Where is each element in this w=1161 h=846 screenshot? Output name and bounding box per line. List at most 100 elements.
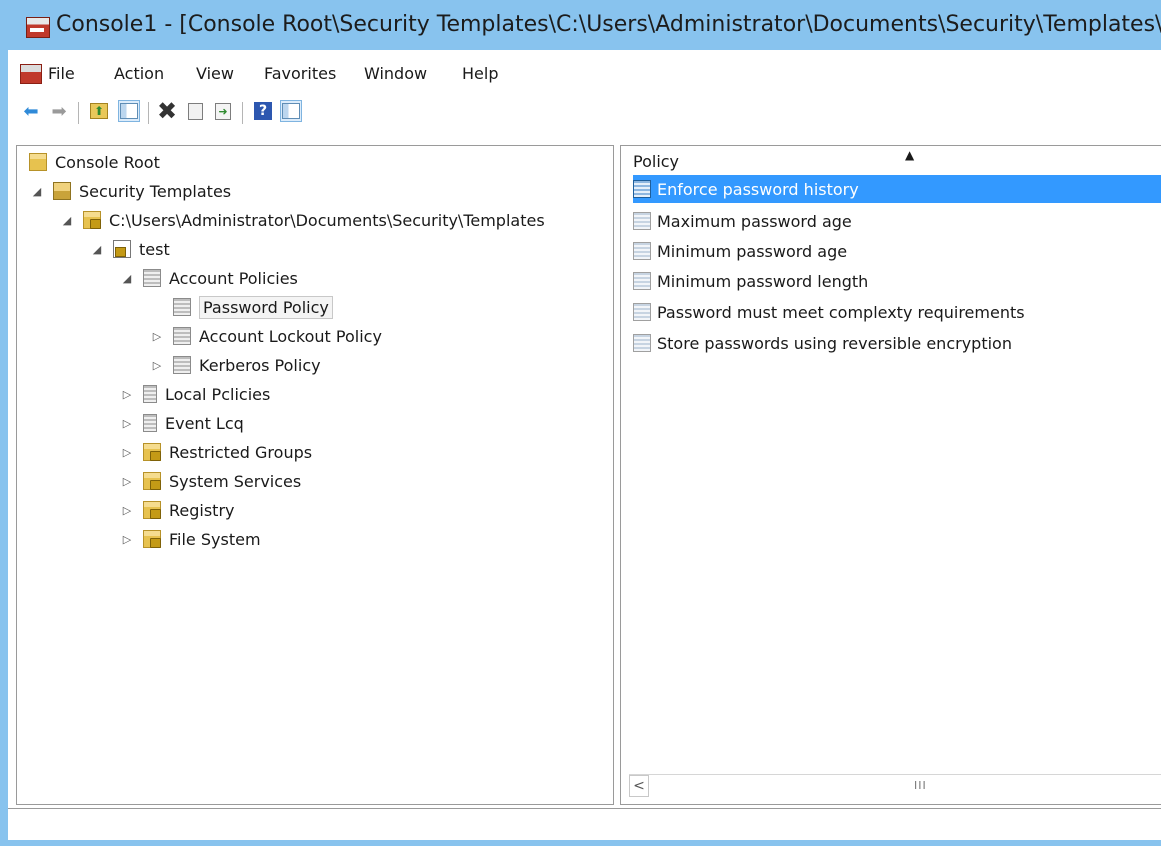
menu-file[interactable]: File [48, 64, 75, 83]
properties-icon[interactable] [184, 100, 206, 122]
tree-label: test [139, 239, 170, 259]
tree-node-account-policies[interactable]: ◢ Account Policies [119, 265, 298, 291]
tree-node-local-policies[interactable]: ▷ Local Pclicies [119, 381, 271, 407]
collapsed-arrow-icon[interactable]: ▷ [119, 504, 135, 517]
policy-icon [173, 356, 191, 374]
collapsed-arrow-icon[interactable]: ▷ [119, 475, 135, 488]
scroll-thumb-grip[interactable]: III [914, 779, 927, 792]
locked-folder-icon [83, 211, 101, 229]
list-item[interactable]: Minimum password age [633, 237, 1161, 265]
tree-label: Console Root [55, 152, 160, 172]
tree-node-test[interactable]: ◢ test [89, 236, 170, 262]
collapsed-arrow-icon[interactable]: ▷ [119, 533, 135, 546]
column-header-policy[interactable]: Policy ▲ [621, 146, 1161, 176]
tree-node-console-root[interactable]: Console Root [29, 149, 160, 175]
locked-folder-icon [143, 530, 161, 548]
tree-node-security-templates[interactable]: ◢ Security Templates [29, 178, 231, 204]
policy-icon [143, 414, 157, 432]
policy-setting-icon [633, 212, 651, 230]
toolbar-separator [78, 102, 79, 124]
list-item[interactable]: Enforce password history [633, 175, 1161, 203]
menu-window[interactable]: Window [364, 64, 427, 83]
tree-label: Restricted Groups [169, 442, 313, 462]
toolbar-separator [242, 102, 243, 124]
policy-setting-icon [633, 180, 651, 198]
tree-label: C:\Users\Administrator\Documents\Securit… [109, 210, 545, 230]
tree-node-templates-path[interactable]: ◢ C:\Users\Administrator\Documents\Secur… [59, 207, 545, 233]
show-hide-console-tree-icon[interactable] [118, 100, 140, 122]
locked-folder-icon [143, 501, 161, 519]
policy-setting-icon [633, 272, 651, 290]
show-hide-action-pane-icon[interactable] [280, 100, 302, 122]
expanded-arrow-icon[interactable]: ◢ [89, 243, 105, 256]
tree-label: Security Templates [79, 181, 232, 201]
menu-view[interactable]: View [196, 64, 234, 83]
policy-setting-icon [633, 334, 651, 352]
details-pane[interactable]: Policy ▲ Enforce password history Maximu… [620, 145, 1161, 805]
collapsed-arrow-icon[interactable]: ▷ [119, 446, 135, 459]
scroll-left-button[interactable]: < [629, 775, 649, 797]
policy-icon [173, 298, 191, 316]
policy-icon [143, 269, 161, 287]
tree-label: Account Lockout Policy [199, 326, 382, 346]
console-client-area: File Action View Favorites Window Help ⬅… [8, 50, 1161, 840]
policy-name: Store passwords using reversible encrypt… [657, 333, 1012, 353]
locked-folder-icon [143, 472, 161, 490]
back-arrow-icon[interactable]: ⬅ [20, 100, 42, 122]
list-item[interactable]: Maximum password age [633, 207, 1161, 235]
tree-label: System Services [169, 471, 302, 491]
tree-node-system-services[interactable]: ▷ System Services [119, 468, 301, 494]
folder-icon [29, 153, 47, 171]
console-tree-pane[interactable]: Console Root ◢ Security Templates ◢ C:\U… [16, 145, 614, 805]
policy-name: Enforce password history [657, 179, 859, 199]
tree-label: File System [169, 529, 261, 549]
collapsed-arrow-icon[interactable]: ▷ [119, 417, 135, 430]
expanded-arrow-icon[interactable]: ◢ [119, 272, 135, 285]
tree-node-password-policy[interactable]: Password Policy [173, 294, 333, 320]
tree-label: Local Pclicies [165, 384, 271, 404]
tree-node-registry[interactable]: ▷ Registry [119, 497, 235, 523]
tree-label: Password Policy [199, 295, 333, 319]
console-app-icon[interactable] [26, 17, 50, 38]
list-item[interactable]: Minimum password length [633, 267, 1161, 295]
locked-folder-icon [143, 443, 161, 461]
menu-action[interactable]: Action [114, 64, 164, 83]
title-bar[interactable]: Console1 - [Console Root\Security Templa… [0, 0, 1161, 50]
collapsed-arrow-icon[interactable]: ▷ [149, 330, 165, 343]
policy-icon [173, 327, 191, 345]
menu-help[interactable]: Help [462, 64, 498, 83]
mmc-window: Console1 - [Console Root\Security Templa… [0, 0, 1161, 846]
document-system-menu-icon[interactable] [20, 64, 42, 84]
tree-node-event-log[interactable]: ▷ Event Lcq [119, 410, 244, 436]
menu-favorites[interactable]: Favorites [264, 64, 336, 83]
policy-name: Minimum password age [657, 241, 848, 261]
tree-label: Registry [169, 500, 235, 520]
forward-arrow-icon[interactable]: ➡ [48, 100, 70, 122]
list-item[interactable]: Store passwords using reversible encrypt… [633, 329, 1161, 357]
toolbar-separator [148, 102, 149, 124]
tree-label: Account Policies [169, 268, 298, 288]
tree-node-file-system[interactable]: ▷ File System [119, 526, 261, 552]
up-one-level-icon[interactable]: ⬆ [88, 100, 110, 122]
expanded-arrow-icon[interactable]: ◢ [59, 214, 75, 227]
collapsed-arrow-icon[interactable]: ▷ [119, 388, 135, 401]
tree-label: Event Lcq [165, 413, 244, 433]
collapsed-arrow-icon[interactable]: ▷ [149, 359, 165, 372]
export-list-icon[interactable]: ➜ [212, 100, 234, 122]
policy-name: Password must meet complexty requirement… [657, 302, 1025, 322]
policy-setting-icon [633, 242, 651, 260]
security-templates-icon [53, 182, 71, 200]
help-icon[interactable]: ? [252, 100, 274, 122]
tree-node-restricted-groups[interactable]: ▷ Restricted Groups [119, 439, 312, 465]
tree-node-kerberos-policy[interactable]: ▷ Kerberos Policy [149, 352, 321, 378]
column-header-label: Policy [633, 151, 680, 171]
horizontal-scrollbar[interactable]: < III [629, 774, 1161, 798]
tree-node-account-lockout-policy[interactable]: ▷ Account Lockout Policy [149, 323, 382, 349]
policy-icon [143, 385, 157, 403]
expanded-arrow-icon[interactable]: ◢ [29, 185, 45, 198]
template-file-icon [113, 240, 131, 258]
toolbar: ⬅ ➡ ⬆ ✖ ➜ ? [8, 94, 1161, 128]
status-bar [8, 808, 1161, 840]
list-item[interactable]: Password must meet complexty requirement… [633, 298, 1161, 326]
delete-icon[interactable]: ✖ [156, 97, 178, 125]
